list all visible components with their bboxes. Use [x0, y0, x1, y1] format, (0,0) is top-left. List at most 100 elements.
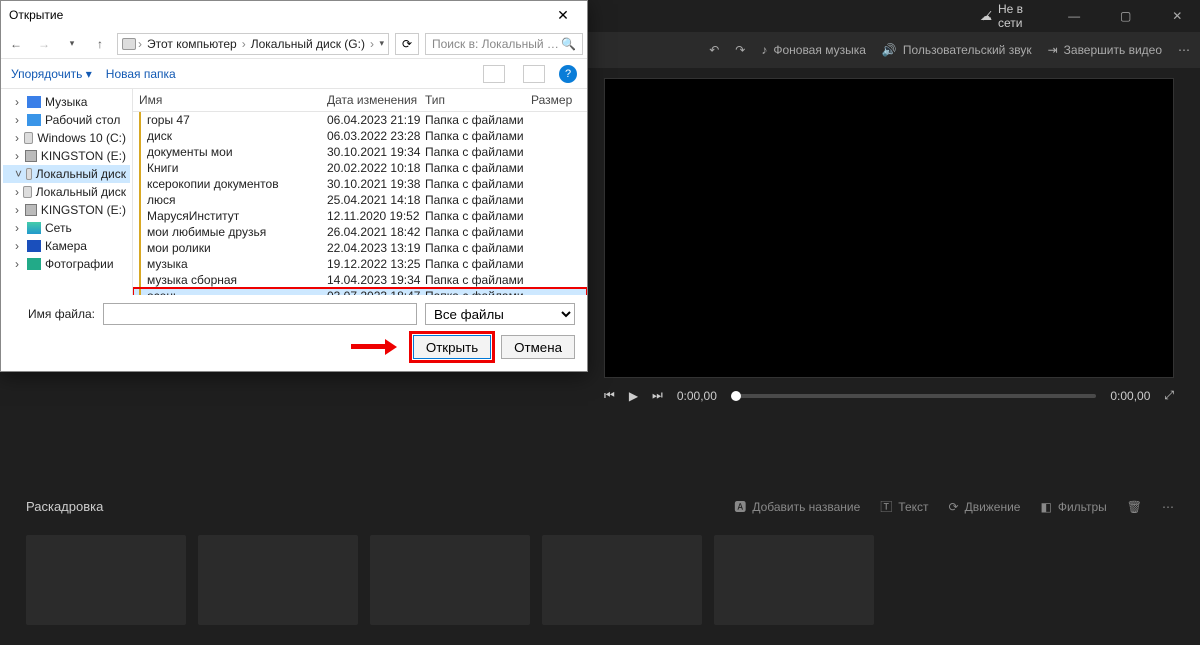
- file-row[interactable]: документы мои30.10.2021 19:34Папка с фай…: [133, 144, 587, 160]
- text-button[interactable]: 🅃Текст: [880, 498, 928, 515]
- add-title-button[interactable]: 🅰Добавить название: [734, 498, 860, 515]
- title-icon: 🅰: [734, 498, 746, 515]
- bgmusic-button[interactable]: ♪Фоновая музыка: [761, 43, 866, 57]
- tree-item-label: Windows 10 (C:): [37, 131, 126, 145]
- seek-slider[interactable]: [731, 394, 1096, 398]
- open-button[interactable]: Открыть: [413, 335, 491, 359]
- delete-button[interactable]: 🗑: [1127, 500, 1142, 514]
- folder-icon: [139, 256, 141, 272]
- next-button[interactable]: ⏭: [652, 388, 663, 403]
- storyboard-more-button[interactable]: ⋯: [1162, 500, 1174, 514]
- breadcrumb-item[interactable]: Этот компьютер: [144, 37, 240, 51]
- folder-tree[interactable]: ›Музыка›Рабочий стол›Windows 10 (C:)›KIN…: [1, 89, 133, 295]
- col-size[interactable]: Размер: [531, 93, 581, 107]
- chevron-icon: ›: [15, 131, 20, 145]
- organize-button[interactable]: Упорядочить ▾: [11, 67, 92, 81]
- filename-label: Имя файла:: [13, 307, 95, 321]
- storyboard-slot[interactable]: [26, 535, 186, 625]
- tree-item[interactable]: ›Сеть: [3, 219, 130, 237]
- file-row[interactable]: горы 4706.04.2023 21:19Папка с файлами: [133, 112, 587, 128]
- customsound-button[interactable]: 🔊Пользовательский звук: [882, 43, 1032, 57]
- preview-pane-button[interactable]: [523, 65, 545, 83]
- tree-item[interactable]: ›Локальный диск: [3, 183, 130, 201]
- motion-button[interactable]: ⟳Движение: [949, 500, 1021, 514]
- back-button[interactable]: ←: [5, 33, 27, 55]
- dialog-toolbar: Упорядочить ▾ Новая папка ?: [1, 59, 587, 89]
- forward-button[interactable]: →: [33, 33, 55, 55]
- dialog-title: Открытие: [9, 8, 63, 22]
- storyboard-slot[interactable]: [542, 535, 702, 625]
- tree-item[interactable]: ›Рабочий стол: [3, 111, 130, 129]
- folder-icon: [139, 144, 141, 160]
- fullscreen-button[interactable]: ⤢: [1164, 388, 1174, 403]
- storyboard-slot[interactable]: [714, 535, 874, 625]
- filename-input[interactable]: [103, 303, 417, 325]
- help-button[interactable]: ?: [559, 65, 577, 83]
- button-row: Открыть Отмена: [13, 335, 575, 359]
- tree-item[interactable]: ˅Локальный диск: [3, 165, 130, 183]
- col-name[interactable]: Имя: [139, 93, 327, 107]
- file-row[interactable]: мои любимые друзья26.04.2021 18:42Папка …: [133, 224, 587, 240]
- file-row[interactable]: музыка19.12.2022 13:25Папка с файлами: [133, 256, 587, 272]
- col-date[interactable]: Дата изменения: [327, 93, 425, 107]
- close-button[interactable]: ✕: [1160, 2, 1194, 30]
- file-row[interactable]: мои ролики22.04.2023 13:19Папка с файлам…: [133, 240, 587, 256]
- column-headers[interactable]: Имя Дата изменения Тип Размер: [133, 89, 587, 112]
- tree-item[interactable]: ›Камера: [3, 237, 130, 255]
- tree-item[interactable]: ›KINGSTON (E:): [3, 201, 130, 219]
- playback-controls: ⏮ ▶ ⏭ 0:00,00 0:00,00 ⤢: [604, 388, 1174, 403]
- more-button[interactable]: ⋯: [1178, 43, 1190, 57]
- play-button[interactable]: ▶: [629, 389, 638, 403]
- prev-button[interactable]: ⏮: [604, 388, 615, 403]
- breadcrumb-dropdown[interactable]: ▾: [379, 38, 384, 49]
- file-list: Имя Дата изменения Тип Размер горы 4706.…: [133, 89, 587, 295]
- tree-item-label: Рабочий стол: [45, 113, 120, 127]
- drive-icon: [26, 168, 32, 180]
- folder-icon: [139, 128, 141, 144]
- up-button[interactable]: ↑: [89, 33, 111, 55]
- file-date: 12.11.2020 19:52: [327, 209, 425, 223]
- file-row[interactable]: музыка сборная14.04.2023 19:34Папка с фа…: [133, 272, 587, 288]
- filetype-select[interactable]: Все файлы: [425, 303, 575, 325]
- recent-dropdown[interactable]: ▾: [61, 33, 83, 55]
- undo-button[interactable]: ↶: [709, 43, 719, 57]
- video-preview[interactable]: [604, 78, 1174, 378]
- col-type[interactable]: Тип: [425, 93, 531, 107]
- file-row[interactable]: ксерокопии документов30.10.2021 19:38Пап…: [133, 176, 587, 192]
- storyboard-slot[interactable]: [198, 535, 358, 625]
- folder-icon: [139, 288, 141, 295]
- redo-button[interactable]: ↷: [735, 43, 745, 57]
- tree-item[interactable]: ›Музыка: [3, 93, 130, 111]
- minimize-button[interactable]: —: [1057, 2, 1091, 30]
- search-input[interactable]: Поиск в: Локальный диск (G:) 🔍: [425, 33, 583, 55]
- file-rows[interactable]: горы 4706.04.2023 21:19Папка с файламиди…: [133, 112, 587, 295]
- newfolder-button[interactable]: Новая папка: [106, 67, 176, 81]
- finish-video-button[interactable]: ⇥Завершить видео: [1048, 43, 1162, 57]
- file-date: 06.04.2023 21:19: [327, 113, 425, 127]
- file-row[interactable]: диск06.03.2022 23:28Папка с файлами: [133, 128, 587, 144]
- dialog-close-button[interactable]: ✕: [547, 7, 579, 24]
- tree-item-label: Камера: [45, 239, 87, 253]
- cancel-button[interactable]: Отмена: [501, 335, 575, 359]
- file-row[interactable]: осень03.07.2023 18:47Папка с файлами: [133, 288, 587, 295]
- refresh-button[interactable]: ⟳: [395, 33, 419, 55]
- music-icon: [27, 96, 41, 108]
- storyboard-slot[interactable]: [370, 535, 530, 625]
- tree-item[interactable]: › Windows 10 (C:): [3, 129, 130, 147]
- view-button[interactable]: [483, 65, 505, 83]
- tree-item[interactable]: ›Фотографии: [3, 255, 130, 273]
- dialog-titlebar: Открытие ✕: [1, 1, 587, 29]
- offline-status: ☁̸ Не в сети: [980, 2, 1039, 30]
- filters-button[interactable]: ◧Фильтры: [1040, 500, 1106, 514]
- tree-item[interactable]: ›KINGSTON (E:): [3, 147, 130, 165]
- search-placeholder: Поиск в: Локальный диск (G:): [432, 37, 561, 51]
- file-type: Папка с файлами: [425, 161, 531, 175]
- file-row[interactable]: Книги20.02.2022 10:18Папка с файлами: [133, 160, 587, 176]
- seek-knob[interactable]: [731, 391, 741, 401]
- breadcrumb-item[interactable]: Локальный диск (G:): [248, 37, 368, 51]
- chevron-icon: ›: [15, 185, 19, 199]
- breadcrumb[interactable]: › Этот компьютер › Локальный диск (G:) ›…: [117, 33, 389, 55]
- file-row[interactable]: люся25.04.2021 14:18Папка с файлами: [133, 192, 587, 208]
- maximize-button[interactable]: ▢: [1109, 2, 1143, 30]
- file-row[interactable]: МарусяИнститут12.11.2020 19:52Папка с фа…: [133, 208, 587, 224]
